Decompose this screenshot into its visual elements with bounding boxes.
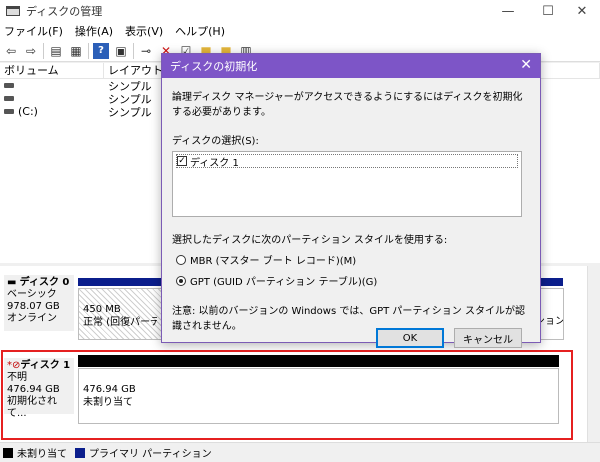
initialize-disk-dialog: ディスクの初期化 ✕ 論理ディスク マネージャーがアクセスできるようにするにはデ… [161, 53, 541, 348]
disk-icon: ▬ [7, 277, 20, 288]
toolbar-separator [133, 42, 134, 59]
console-tree-icon[interactable]: ▤ [48, 43, 64, 59]
disk-0-status: オンライン [7, 313, 57, 324]
disk-list-item[interactable]: ✓ ディスク 1 [176, 154, 518, 169]
legend-unallocated: 未割り当て [17, 449, 67, 460]
drive-icon [4, 96, 14, 101]
mbr-radio[interactable] [176, 254, 186, 265]
dialog-close-button[interactable]: ✕ [520, 57, 532, 73]
vertical-scrollbar[interactable] [587, 266, 600, 442]
gpt-radio[interactable] [176, 275, 186, 286]
maximize-button[interactable]: ☐ [530, 0, 566, 22]
primary-partition-swatch [75, 447, 85, 458]
window-titlebar: ディスクの管理 — ☐ ✕ [0, 0, 600, 22]
disk-0-label[interactable]: ▬ ディスク 0 ベーシック 978.07 GB オンライン [4, 275, 74, 331]
connect-drive-icon[interactable]: ⊸ [138, 43, 154, 59]
mbr-label: MBR (マスター ブート レコード)(M) [190, 256, 357, 267]
volume-name: (C:) [18, 105, 38, 118]
disk-list-item-label: ディスク 1 [190, 157, 239, 169]
partition-status: 正常 (回復パーティ [83, 317, 157, 328]
disk-0-name: ディスク 0 [19, 277, 70, 288]
list-icon[interactable]: ▣ [113, 43, 129, 59]
drive-icon [4, 83, 14, 88]
column-volume[interactable]: ボリューム [0, 63, 104, 78]
disk-0-type: ベーシック [7, 289, 57, 300]
disk-management-app-icon [6, 6, 20, 16]
menu-bar: ファイル(F) 操作(A) 表示(V) ヘルプ(H) [0, 22, 600, 40]
drive-icon [4, 109, 14, 114]
legend-primary: プライマリ パーティション [89, 449, 212, 460]
highlight-box [1, 350, 573, 440]
partition-size: 450 MB [83, 304, 121, 315]
minimize-button[interactable]: — [490, 0, 526, 22]
menu-help[interactable]: ヘルプ(H) [175, 23, 225, 39]
toolbar-separator [43, 42, 44, 59]
dialog-titlebar: ディスクの初期化 ✕ [162, 54, 540, 78]
menu-action[interactable]: 操作(A) [75, 23, 113, 39]
mbr-option[interactable]: MBR (マスター ブート レコード)(M) [176, 252, 530, 267]
gpt-option[interactable]: GPT (GUID パーティション テーブル)(G) [176, 273, 530, 288]
menu-file[interactable]: ファイル(F) [4, 23, 63, 39]
window-title: ディスクの管理 [26, 5, 103, 18]
legend-bar: 未割り当て プライマリ パーティション [0, 442, 600, 462]
cancel-button[interactable]: キャンセル [454, 328, 522, 348]
disk-0-recovery-partition[interactable]: 450 MB 正常 (回復パーティ [78, 288, 162, 340]
disk-0-size: 978.07 GB [7, 301, 60, 312]
dialog-title: ディスクの初期化 [170, 60, 258, 73]
forward-icon[interactable]: ⇨ [23, 43, 39, 59]
menu-view[interactable]: 表示(V) [125, 23, 163, 39]
partition-style-label: 選択したディスクに次のパーティション スタイルを使用する: [172, 235, 448, 246]
properties-icon[interactable]: ▦ [68, 43, 84, 59]
back-icon[interactable]: ⇦ [3, 43, 19, 59]
gpt-label: GPT (GUID パーティション テーブル)(G) [190, 277, 378, 288]
unallocated-swatch [3, 447, 13, 458]
volume-layout: シンプル [108, 105, 152, 119]
disk-checkbox[interactable]: ✓ [177, 156, 187, 166]
help-icon[interactable]: ? [93, 42, 109, 59]
ok-button[interactable]: OK [376, 328, 444, 348]
dialog-message: 論理ディスク マネージャーがアクセスできるようにするにはディスクを初期化する必要… [172, 92, 523, 118]
disk-select-label: ディスクの選択(S): [172, 136, 259, 147]
close-button[interactable]: ✕ [564, 0, 600, 22]
toolbar-separator [88, 42, 89, 59]
disk-select-list[interactable]: ✓ ディスク 1 [172, 151, 522, 217]
